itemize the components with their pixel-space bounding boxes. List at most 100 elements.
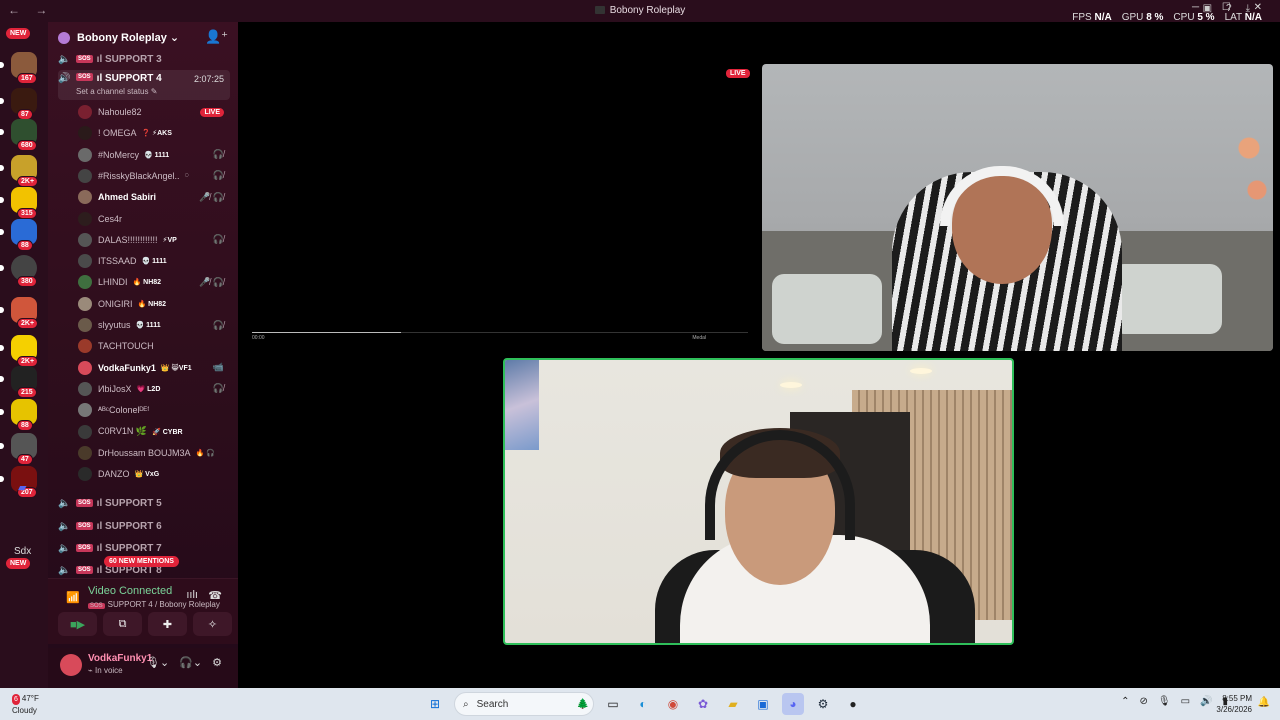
server-name[interactable]: Bobony Roleplay ⌄ [77, 31, 179, 44]
server-icon[interactable]: 88 [11, 399, 37, 431]
voice-member[interactable]: LHINDI 🔥 NH82 🎤̸ 🎧̸ [78, 272, 230, 292]
discord-icon[interactable]: ◕ [782, 693, 804, 715]
server-icon[interactable]: 315 [11, 187, 37, 219]
file-explorer-icon[interactable]: ▰ [722, 693, 744, 715]
folder-icon[interactable]: ▰ [18, 481, 26, 494]
unread-count-badge: 215 [17, 387, 37, 398]
unread-count-badge: 47 [17, 454, 33, 465]
copilot-icon[interactable]: ✿ [692, 693, 714, 715]
screen-share-button[interactable]: ⧉ [103, 612, 142, 636]
edge-icon[interactable]: ◐ [632, 693, 654, 715]
stream-tile[interactable]: 00:00 Medal [244, 64, 756, 352]
voice-channel-support-3[interactable]: 🔈 SOS ıl SUPPORT 3 [58, 50, 230, 68]
avatar [78, 275, 92, 290]
microphone-icon[interactable]: 🎙⌄ [146, 656, 169, 669]
network-icon[interactable]: ▭ [1181, 696, 1190, 707]
server-icon[interactable]: 680 [11, 119, 37, 151]
voice-member[interactable]: Ahmed Sabiri 🎤̸ 🎧̸ [78, 187, 230, 207]
chrome-icon[interactable]: ◉ [662, 693, 684, 715]
voice-member[interactable]: DrHoussam BOUJM3A 🔥 🎧 [78, 443, 230, 463]
server-icon[interactable]: 215 [11, 366, 37, 398]
member-name: slyyutus [98, 320, 131, 330]
avatar [78, 126, 92, 141]
volume-icon[interactable]: 🔊 [1200, 696, 1212, 707]
download-icon[interactable]: ⤓ [1246, 3, 1250, 14]
voice-channel-support-5[interactable]: 🔈 SOS ıl SUPPORT 5 [58, 494, 230, 512]
avatar [78, 105, 92, 119]
voice-location[interactable]: SOS SUPPORT 4 / Bobony Roleplay [88, 600, 220, 609]
disconnect-icon[interactable]: ☎ [208, 589, 222, 602]
weather-widget[interactable]: 6 47°F Cloudy [12, 693, 39, 716]
gpu-value: 8 % [1146, 12, 1164, 23]
new-mentions-pill[interactable]: 60 NEW MENTIONS [104, 556, 179, 567]
video-tile-1[interactable] [762, 64, 1273, 351]
signal-icon[interactable]: 📶 [66, 591, 80, 604]
video-tile-2-speaking[interactable] [503, 358, 1014, 645]
notification-bell-icon[interactable]: 🔔 [1258, 697, 1270, 708]
unread-count-badge: 2K+ [17, 318, 39, 329]
voice-member[interactable]: DANZO 👑 VxG [78, 464, 230, 484]
add-member-icon[interactable]: 👤⁺ [205, 29, 228, 45]
app-icon[interactable]: ● [842, 693, 864, 715]
help-icon[interactable]: ? [1226, 3, 1232, 14]
server-icon[interactable]: 167 [11, 52, 37, 84]
store-icon[interactable]: ▣ [752, 693, 774, 715]
soundboard-button[interactable]: ✧ [193, 612, 232, 636]
server-icon[interactable]: 2K+ [11, 155, 39, 187]
live-badge: LIVE [726, 69, 750, 78]
stream-progress[interactable] [252, 332, 748, 333]
voice-member[interactable]: #RisskyBlackAngel.. ◌ 🎧̸ [78, 166, 230, 186]
camera-button[interactable]: ■▶ [58, 612, 97, 636]
headphones-icon[interactable]: 🎧⌄ [179, 656, 202, 669]
voice-member[interactable]: C0RV1N 🌿 🚀 CYBR [78, 422, 230, 442]
voice-member[interactable]: Ces4r [78, 209, 230, 229]
server-icon[interactable]: 88 [11, 219, 37, 251]
activities-icon: ✚ [162, 618, 173, 631]
voice-channel-support-4[interactable]: 🔊 SOS ıl SUPPORT 4 2:07:25 Set a channel s… [58, 70, 230, 100]
voice-member[interactable]: Nahoule82 LIVE [78, 102, 230, 122]
server-icon[interactable]: 47 [11, 433, 37, 465]
camera-off-icon[interactable]: ⊘ [1139, 696, 1147, 707]
chevron-up-icon[interactable]: ⌃ [1121, 696, 1129, 707]
server-icon[interactable]: 87 [11, 88, 37, 120]
unread-pill [0, 476, 4, 482]
voice-member[interactable]: #NoMercy 💀 1111 🎧̸ [78, 145, 230, 165]
voice-member[interactable]: VodkaFunky1 👑 😸VF1 📹 [78, 358, 230, 378]
inbox-icon[interactable]: ▣ [1203, 3, 1212, 14]
activities-button[interactable]: ✚ [148, 612, 187, 636]
voice-channel-support-6[interactable]: 🔈 SOS ıl SUPPORT 6 [58, 517, 230, 535]
user-status: ⌁ In voice [88, 666, 123, 675]
mic-icon[interactable]: 🎙 [1158, 696, 1171, 707]
server-icon[interactable]: Sdx [14, 546, 31, 557]
speaker-icon: 🔈 [58, 542, 71, 554]
noise-suppression-icon[interactable]: ıılı [186, 589, 198, 601]
clock[interactable]: 8:55 PM 3/26/2026 [1216, 693, 1252, 715]
stream-quality[interactable]: Medal [692, 335, 706, 341]
voice-member[interactable]: ! OMEGA ❓ ⚡AKS [78, 123, 230, 143]
voice-member[interactable]: ITSSAAD 💀 1111 [78, 251, 230, 271]
set-channel-status[interactable]: Set a channel status ✎ [76, 87, 157, 96]
server-icon[interactable]: 380 [11, 255, 37, 287]
channel-prefix: ıl [96, 520, 103, 532]
channel-name: SUPPORT 6 [105, 520, 162, 532]
voice-member[interactable]: ᴬᴮᶜColonelᴰᴱᶠ [78, 400, 230, 420]
start-icon[interactable]: ⊞ [424, 693, 446, 715]
server-icon[interactable]: 2K+ [11, 335, 39, 367]
settings-gear-icon[interactable]: ⚙ [212, 656, 222, 669]
voice-member[interactable]: DALAS!!!!!!!!!!!! ⚡VP 🎧̸ [78, 230, 230, 250]
task-view-icon[interactable]: ▭ [602, 693, 624, 715]
user-panel: VodkaFunky1 ⌁ In voice 🎙⌄ 🎧⌄ ⚙ [48, 648, 238, 688]
voice-channel-support-7[interactable]: 🔈 SOS ıl SUPPORT 7 [58, 539, 230, 557]
voice-member[interactable]: ONIGIRI 🔥 NH82 [78, 294, 230, 314]
clan-tag: ❓ ⚡AKS [141, 130, 172, 138]
play-time[interactable]: 00:00 [252, 335, 265, 341]
steam-icon[interactable]: ⚙ [812, 693, 834, 715]
avatar[interactable] [60, 654, 82, 676]
voice-member[interactable]: ИbiJosX 💗 L2D 🎧̸ [78, 379, 230, 399]
voice-status[interactable]: Video Connected [88, 585, 172, 597]
voice-member[interactable]: slyyutus 💀 1111 🎧̸ [78, 315, 230, 335]
server-icon[interactable]: 2K+ [11, 297, 39, 329]
voice-member[interactable]: TACHTOUCH [78, 336, 230, 356]
unread-pill [0, 98, 4, 104]
taskbar-search[interactable]: ⌕ Search 🌲 [454, 692, 594, 716]
